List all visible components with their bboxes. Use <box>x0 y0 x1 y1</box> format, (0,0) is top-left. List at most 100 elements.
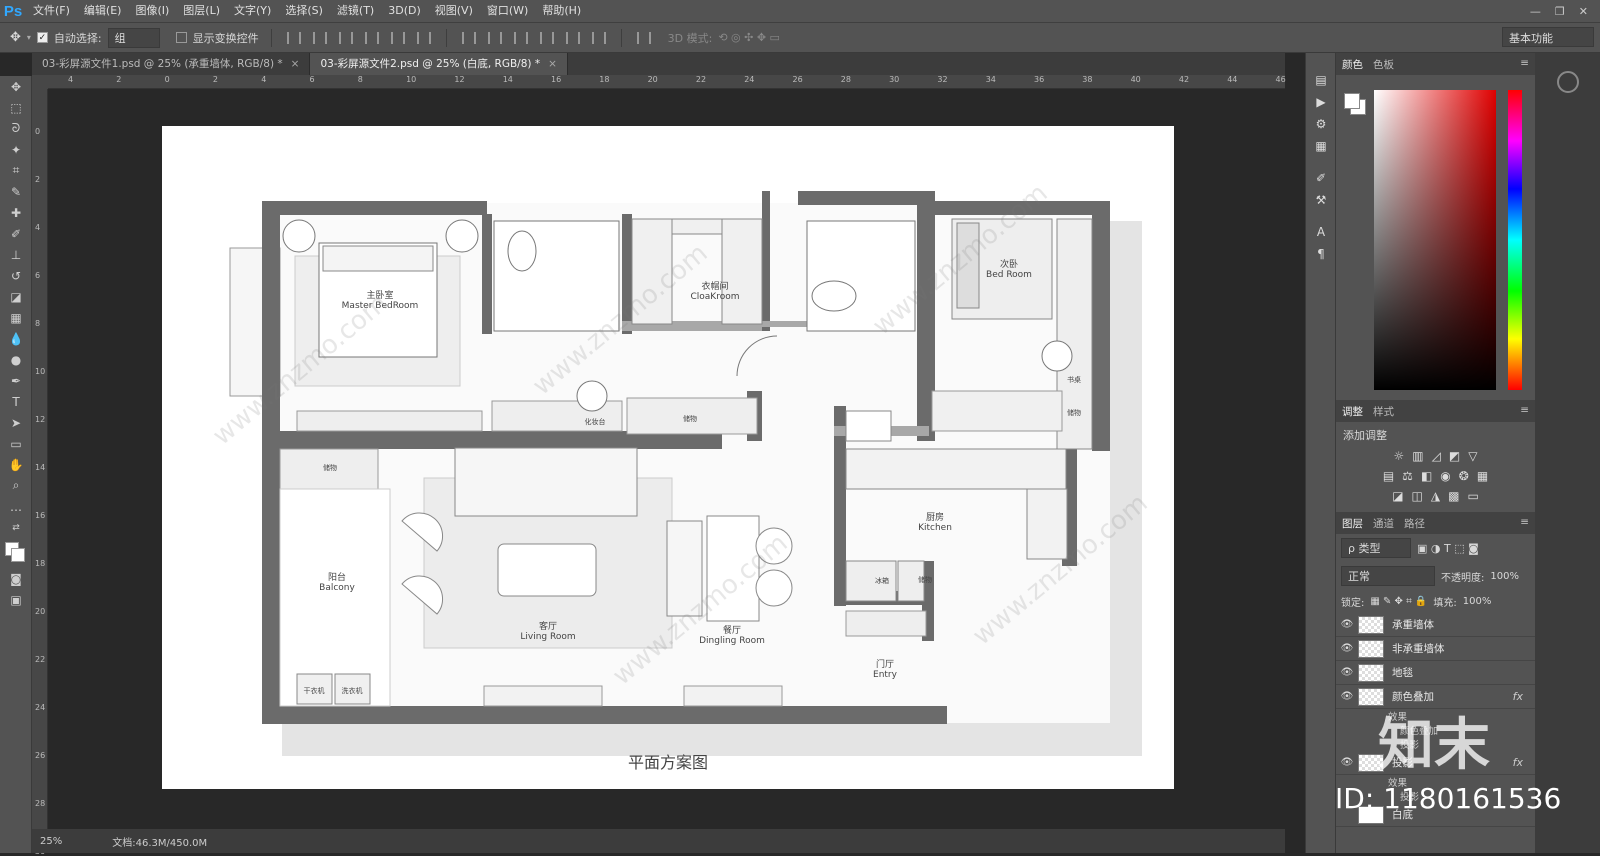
align-bottom-icon[interactable] <box>338 31 353 44</box>
levels-icon[interactable]: ▥ <box>1412 449 1423 463</box>
menu-select[interactable]: 选择(S) <box>278 0 330 22</box>
distribute-bottom-icon[interactable] <box>513 31 528 44</box>
selective-color-icon[interactable]: ▩ <box>1448 489 1459 503</box>
actions-icon[interactable]: ▶ <box>1306 91 1336 113</box>
cloud-libraries-icon[interactable] <box>1556 71 1579 93</box>
align-left-icon[interactable] <box>364 31 379 44</box>
type-tool-icon[interactable]: T <box>0 391 32 412</box>
menu-edit[interactable]: 编辑(E) <box>77 0 129 22</box>
menu-image[interactable]: 图像(I) <box>128 0 176 22</box>
curves-icon[interactable]: ◿ <box>1432 449 1441 463</box>
align-top-icon[interactable] <box>286 31 301 44</box>
menu-layer[interactable]: 图层(L) <box>176 0 227 22</box>
canvas-area[interactable]: 主卧室 Master BedRoom 衣帽间 CloaKroom 次卧 Bed … <box>48 89 1285 829</box>
close-tab-icon[interactable]: × <box>291 58 300 70</box>
more-tools-icon[interactable]: … <box>0 496 32 517</box>
fill-value[interactable]: 100% <box>1463 596 1492 607</box>
blur-tool-icon[interactable]: 💧 <box>0 328 32 349</box>
color-spectrum[interactable] <box>1374 90 1496 390</box>
hue-slider[interactable] <box>1508 90 1522 390</box>
character-icon[interactable]: A <box>1306 221 1336 243</box>
gradient-tool-icon[interactable]: ▦ <box>0 307 32 328</box>
color-picker[interactable] <box>1336 75 1535 400</box>
tab-channels[interactable]: 通道 <box>1373 516 1394 531</box>
marquee-tool-icon[interactable]: ⬚ <box>0 97 32 118</box>
visibility-eye-icon[interactable]: 👁 <box>1336 619 1358 630</box>
fx-icon[interactable]: fx <box>1513 690 1523 703</box>
lock-icons[interactable]: ▦ ✎ ✥ ⌗ 🔒 <box>1370 596 1427 607</box>
color-balance-icon[interactable]: ⚖ <box>1402 469 1413 483</box>
pen-tool-icon[interactable]: ✒ <box>0 370 32 391</box>
invert-icon[interactable]: ◪ <box>1392 489 1403 503</box>
panel-menu-icon[interactable]: ≡ <box>1520 516 1529 528</box>
hue-saturation-icon[interactable]: ▤ <box>1383 469 1394 483</box>
tab-adjustments[interactable]: 调整 <box>1342 404 1363 419</box>
tool-presets-icon[interactable]: ⚒ <box>1306 189 1336 211</box>
fx-icon[interactable]: fx <box>1513 756 1523 769</box>
auto-align-icon[interactable] <box>636 31 651 44</box>
tab-document-1[interactable]: 03-彩屏源文件1.psd @ 25% (承重墙体, RGB/8) * × <box>32 53 311 75</box>
opacity-value[interactable]: 100% <box>1490 571 1519 582</box>
chevron-down-icon[interactable]: ▾ <box>27 33 31 42</box>
zoom-level[interactable]: 25% <box>40 836 62 847</box>
align-hcenter-icon[interactable] <box>390 31 405 44</box>
zoom-tool-icon[interactable]: ⌕ <box>0 475 32 496</box>
posterize-icon[interactable]: ◫ <box>1412 489 1423 503</box>
lasso-tool-icon[interactable]: ᘐ <box>0 118 32 139</box>
restore-icon[interactable]: ❐ <box>1555 5 1565 18</box>
tab-styles[interactable]: 样式 <box>1373 404 1394 419</box>
menu-file[interactable]: 文件(F) <box>26 0 77 22</box>
align-vcenter-icon[interactable] <box>312 31 327 44</box>
visibility-eye-icon[interactable]: 👁 <box>1336 667 1358 678</box>
screen-mode-icon[interactable]: ▣ <box>0 589 32 610</box>
tab-swatches[interactable]: 色板 <box>1373 57 1394 72</box>
exposure-icon[interactable]: ◩ <box>1449 449 1460 463</box>
brush-tool-icon[interactable]: ✐ <box>0 223 32 244</box>
distribute-left-icon[interactable] <box>539 31 554 44</box>
layer-row[interactable]: 👁 非承重墙体 <box>1336 637 1535 661</box>
menu-3d[interactable]: 3D(D) <box>381 0 428 22</box>
hand-tool-icon[interactable]: ✋ <box>0 454 32 475</box>
quick-mask-icon[interactable]: ◙ <box>0 568 32 589</box>
path-select-icon[interactable]: ➤ <box>0 412 32 433</box>
minimize-icon[interactable]: — <box>1530 5 1541 18</box>
workspace-select[interactable]: 基本功能 <box>1502 27 1594 47</box>
swap-colors-icon[interactable]: ⇄ <box>0 517 32 538</box>
document-canvas[interactable]: 主卧室 Master BedRoom 衣帽间 CloaKroom 次卧 Bed … <box>162 126 1174 789</box>
filter-pixel-icon[interactable]: ▣ ◑ T ⬚ ◙ <box>1417 542 1479 555</box>
history-brush-icon[interactable]: ↺ <box>0 265 32 286</box>
layer-row[interactable]: 👁 地毯 <box>1336 661 1535 685</box>
magic-wand-icon[interactable]: ✦ <box>0 139 32 160</box>
foreground-swatch[interactable] <box>1344 93 1360 109</box>
brightness-icon[interactable]: ☼ <box>1394 449 1405 463</box>
auto-select-checkbox[interactable]: ✓ <box>36 32 48 43</box>
distribute-hcenter-icon[interactable] <box>565 31 580 44</box>
blend-mode-select[interactable]: 正常 <box>1341 566 1435 586</box>
auto-select-dropdown[interactable]: 组 <box>107 27 160 48</box>
move-tool-icon[interactable]: ✥ <box>0 76 32 97</box>
show-transform-checkbox[interactable] <box>175 32 187 43</box>
panel-menu-icon[interactable]: ≡ <box>1520 404 1529 416</box>
threshold-icon[interactable]: ◮ <box>1431 489 1440 503</box>
menu-filter[interactable]: 滤镜(T) <box>330 0 381 22</box>
tab-layers[interactable]: 图层 <box>1342 516 1363 531</box>
black-white-icon[interactable]: ◧ <box>1421 469 1432 483</box>
properties-icon[interactable]: ⚙ <box>1306 113 1336 135</box>
align-right-icon[interactable] <box>416 31 431 44</box>
color-lookup-icon[interactable]: ▦ <box>1477 469 1488 483</box>
paragraph-icon[interactable]: ¶ <box>1306 243 1336 265</box>
menu-window[interactable]: 窗口(W) <box>480 0 535 22</box>
clone-stamp-icon[interactable]: ⊥ <box>0 244 32 265</box>
layer-kind-filter[interactable]: ρ 类型 <box>1341 538 1411 558</box>
menu-help[interactable]: 帮助(H) <box>535 0 588 22</box>
rectangle-tool-icon[interactable]: ▭ <box>0 433 32 454</box>
menu-view[interactable]: 视图(V) <box>428 0 480 22</box>
brush-presets-icon[interactable]: ✐ <box>1306 167 1336 189</box>
move-tool-icon[interactable]: ✥ <box>10 30 21 45</box>
distribute-top-icon[interactable] <box>461 31 476 44</box>
distribute-vcenter-icon[interactable] <box>487 31 502 44</box>
distribute-right-icon[interactable] <box>591 31 606 44</box>
close-icon[interactable]: ✕ <box>1579 5 1588 18</box>
tab-color[interactable]: 颜色 <box>1342 57 1363 72</box>
healing-brush-icon[interactable]: ✚ <box>0 202 32 223</box>
